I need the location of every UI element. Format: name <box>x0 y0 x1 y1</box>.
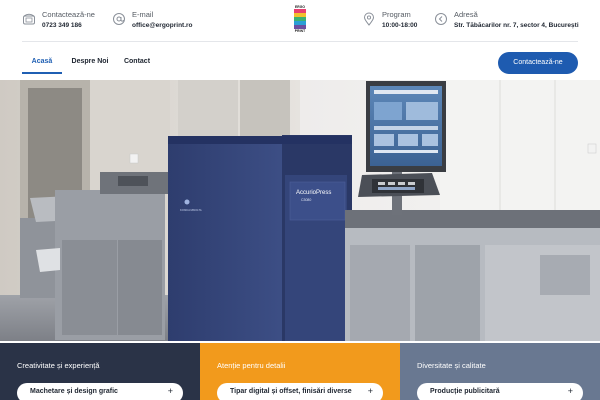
program-hours: 10:00-18:00 <box>382 22 418 29</box>
phone-icon <box>23 13 35 25</box>
nav-item-home[interactable]: Acasă <box>22 52 62 74</box>
nav-item-about[interactable]: Despre Noi <box>62 52 118 72</box>
svg-text:C3080: C3080 <box>301 198 311 202</box>
panel-advertising-button-label: Producție publicitară <box>430 388 500 395</box>
at-icon <box>113 13 125 25</box>
plus-icon: + <box>567 386 573 396</box>
panel-printing-title: Atenție pentru detalii <box>217 361 286 370</box>
location-pin-icon <box>363 12 375 26</box>
main-nav: Acasă Despre Noi Contact <box>22 52 156 74</box>
panel-design-button[interactable]: Machetare și design grafic + <box>17 383 183 400</box>
panel-printing-button-label: Tipar digital și offset, finisări divers… <box>230 388 352 395</box>
contact-cta-button[interactable]: Contactează-ne <box>498 52 578 74</box>
panel-advertising: Diversitate și calitate Producție public… <box>400 343 600 400</box>
address-info: Adresă Str. Tăbăcarilor nr. 7, sector 4,… <box>434 10 579 31</box>
plus-icon: + <box>167 386 173 396</box>
nav-item-contact[interactable]: Contact <box>118 52 156 72</box>
top-contact-bar: Contactează-ne 0723 349 186 E-mail offic… <box>0 0 600 42</box>
panel-design: Creativitate și experiență Machetare și … <box>0 343 200 400</box>
panel-design-title: Creativitate și experiență <box>17 361 100 370</box>
service-panels: Creativitate și experiență Machetare și … <box>0 343 600 400</box>
logo-bottom-word: PRINT <box>294 29 306 33</box>
panel-design-button-label: Machetare și design grafic <box>30 388 118 395</box>
back-arrow-icon <box>435 13 447 25</box>
header-divider <box>22 41 578 42</box>
hero-image: AccurioPress C3080 KONICA MINOLTA <box>0 80 600 341</box>
svg-text:KONICA MINOLTA: KONICA MINOLTA <box>180 208 202 212</box>
panel-printing-button[interactable]: Tipar digital și offset, finisări divers… <box>217 383 383 400</box>
phone-number[interactable]: 0723 349 186 <box>42 20 95 31</box>
phone-contact[interactable]: Contactează-ne 0723 349 186 <box>22 10 95 31</box>
address-value: Str. Tăbăcarilor nr. 7, sector 4, Bucure… <box>454 22 579 29</box>
address-label: Adresă <box>454 10 478 19</box>
program-label: Program <box>382 10 411 19</box>
ergoprint-logo[interactable]: ERGO PRINT <box>294 5 306 36</box>
plus-icon: + <box>367 386 373 396</box>
svg-text:AccurioPress: AccurioPress <box>296 190 331 196</box>
printing-press-photo: AccurioPress C3080 KONICA MINOLTA <box>0 80 600 341</box>
program-info: Program 10:00-18:00 <box>362 10 417 31</box>
email-address[interactable]: office@ergoprint.ro <box>132 20 193 31</box>
email-contact[interactable]: E-mail office@ergoprint.ro <box>112 10 193 31</box>
panel-advertising-title: Diversitate și calitate <box>417 361 486 370</box>
panel-advertising-button[interactable]: Producție publicitară + <box>417 383 583 400</box>
panel-printing: Atenție pentru detalii Tipar digital și … <box>200 343 400 400</box>
phone-label: Contactează-ne <box>42 10 95 19</box>
logo-color-stripes <box>294 9 306 29</box>
email-label: E-mail <box>132 10 154 19</box>
